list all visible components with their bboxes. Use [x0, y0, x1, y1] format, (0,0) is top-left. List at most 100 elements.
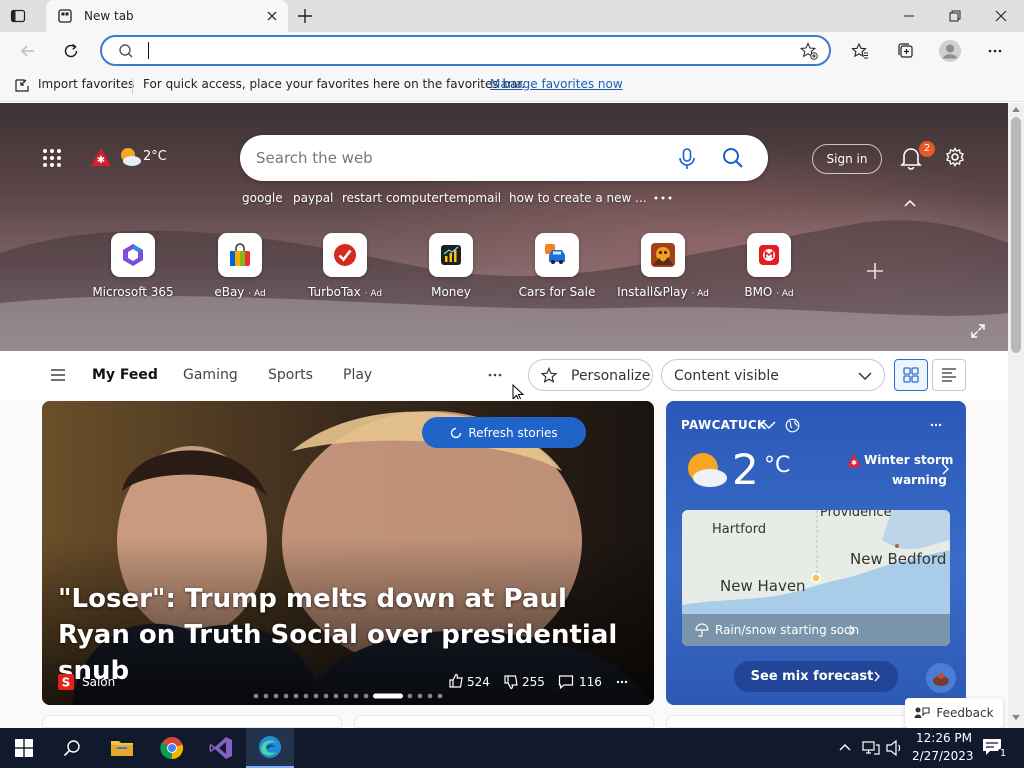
story-headline[interactable]: "Loser": Trump melts down at Paul Ryan o…	[58, 581, 638, 689]
quick-link-cars-for-sale[interactable]: Cars for Sale	[504, 233, 610, 299]
feedback-button[interactable]: Feedback	[905, 698, 1003, 728]
top-story-card[interactable]: Refresh stories "Loser": Trump melts dow…	[42, 401, 654, 705]
network-icon[interactable]	[862, 740, 880, 756]
quick-link-microsoft-365[interactable]: Microsoft 365	[80, 233, 186, 299]
chrome-icon[interactable]	[148, 728, 196, 768]
comment-icon[interactable]	[558, 674, 574, 690]
web-search-input[interactable]: Search the web	[256, 149, 373, 167]
partly-cloudy-icon	[684, 449, 728, 491]
weather-more-icon[interactable]	[930, 423, 942, 427]
see-forecast-button[interactable]: See mix forecast	[734, 661, 898, 692]
sign-in-button[interactable]: Sign in	[812, 144, 882, 174]
back-arrow-icon[interactable]	[13, 36, 43, 66]
microsoft-365-icon	[111, 233, 155, 277]
edge-taskbar-icon[interactable]	[246, 728, 294, 768]
collections-icon[interactable]	[890, 36, 920, 66]
grid-view-icon	[903, 367, 919, 383]
quick-link-turbotax[interactable]: TurboTax · Ad	[292, 233, 398, 299]
umbrella-icon	[695, 623, 709, 637]
quick-link-install-and-play[interactable]: Install&Play · Ad	[610, 233, 716, 299]
close-tab-icon[interactable]	[264, 8, 280, 24]
tab-new-tab[interactable]: New tab	[46, 0, 288, 32]
weather-avatar-icon[interactable]	[926, 663, 956, 693]
add-quick-link-plus-icon[interactable]	[865, 261, 885, 281]
chevron-right-icon[interactable]	[941, 463, 949, 475]
add-favorite-star-icon[interactable]	[800, 42, 818, 60]
search-submit-icon[interactable]	[722, 147, 744, 169]
tab-my-feed[interactable]: My Feed	[92, 367, 158, 383]
ad-label: · Ad	[248, 289, 266, 299]
grid-view-button[interactable]	[894, 359, 928, 391]
visual-studio-icon[interactable]	[197, 728, 245, 768]
clock-time[interactable]: 12:26 PM	[916, 731, 972, 745]
trending-search[interactable]: restart computer	[342, 191, 444, 205]
weather-location[interactable]: PAWCATUCK	[681, 418, 767, 432]
new-tab-plus-icon[interactable]	[296, 7, 314, 25]
list-view-button[interactable]	[932, 359, 966, 391]
weather-unit[interactable]: °C	[764, 453, 790, 478]
apps-launcher-icon[interactable]	[42, 148, 62, 168]
trending-search[interactable]: paypal	[293, 191, 333, 205]
tab-play[interactable]: Play	[343, 367, 372, 383]
trending-search[interactable]: tempmail	[444, 191, 501, 205]
refresh-icon[interactable]	[56, 36, 86, 66]
personalize-button[interactable]: Personalize	[528, 359, 653, 391]
refresh-stories-button[interactable]: Refresh stories	[422, 417, 586, 448]
favorites-icon[interactable]	[845, 36, 875, 66]
page-scrollbar[interactable]	[1008, 103, 1024, 728]
scroll-thumb[interactable]	[1011, 117, 1021, 353]
trending-search[interactable]: google	[242, 191, 283, 205]
import-favorites-icon[interactable]	[14, 77, 30, 93]
precip-banner[interactable]: Rain/snow starting soon	[682, 614, 950, 646]
import-favorites-link[interactable]: Import favorites	[38, 77, 134, 91]
restore-icon[interactable]	[932, 0, 978, 32]
collapse-chevron-up-icon[interactable]	[903, 198, 917, 208]
file-explorer-icon[interactable]	[98, 728, 146, 768]
manage-favorites-link[interactable]: Manage favorites now	[490, 77, 623, 91]
microphone-icon[interactable]	[678, 148, 696, 170]
weather-card[interactable]: PAWCATUCK 2 °C ✱ Winter storm warning Ha…	[666, 401, 966, 705]
settings-more-icon[interactable]	[980, 36, 1010, 66]
favorites-divider	[132, 78, 133, 94]
expand-fullscreen-icon[interactable]	[970, 323, 986, 339]
trending-more-icon[interactable]	[654, 196, 672, 200]
dislike-thumbs-down-icon[interactable]	[503, 674, 519, 690]
weather-map[interactable]: Hartford Providence New Bedford New Have…	[682, 510, 950, 646]
scroll-up-arrow-icon[interactable]	[1012, 106, 1020, 112]
show-hidden-icons-chevron-icon[interactable]	[838, 742, 852, 752]
volume-speaker-icon[interactable]	[886, 740, 904, 756]
tab-sports[interactable]: Sports	[268, 367, 313, 383]
tab-gaming[interactable]: Gaming	[183, 367, 238, 383]
scroll-down-arrow-icon[interactable]	[1012, 715, 1020, 721]
location-globe-icon[interactable]	[785, 418, 800, 433]
profile-avatar[interactable]	[935, 36, 965, 66]
weather-alert-title[interactable]: Winter storm	[864, 453, 953, 467]
bmo-logo-icon	[747, 233, 791, 277]
chevron-down-icon[interactable]	[762, 420, 776, 430]
quick-link-label: Microsoft 365	[92, 285, 174, 299]
content-visibility-dropdown[interactable]: Content visible	[661, 359, 885, 391]
story-source[interactable]: Salon	[82, 675, 115, 689]
web-search-box[interactable]: Search the web	[240, 135, 768, 181]
start-windows-icon[interactable]	[0, 728, 48, 768]
weather-alert-icon[interactable]: ✱	[90, 147, 112, 167]
quick-link-money[interactable]: Money	[398, 233, 504, 299]
story-more-icon[interactable]	[616, 680, 628, 684]
clock-date[interactable]: 2/27/2023	[912, 749, 974, 763]
address-bar[interactable]	[100, 35, 831, 66]
weather-alert-subtitle[interactable]: warning	[892, 473, 947, 487]
carousel-indicator[interactable]	[253, 693, 443, 699]
hero-temperature[interactable]: 2°C	[143, 149, 167, 164]
minimize-icon[interactable]	[886, 0, 932, 32]
more-tabs-icon[interactable]	[488, 373, 502, 377]
taskbar-search-icon[interactable]	[48, 728, 96, 768]
like-thumbs-up-icon[interactable]	[448, 673, 464, 689]
hamburger-menu-icon[interactable]	[50, 368, 66, 382]
quick-link-bmo[interactable]: BMO · Ad	[716, 233, 822, 299]
page-settings-gear-icon[interactable]	[945, 147, 965, 167]
close-window-icon[interactable]	[978, 0, 1024, 32]
trending-search[interactable]: how to create a new ...	[509, 191, 647, 205]
quick-link-label: TurboTax	[307, 285, 361, 299]
quick-link-ebay[interactable]: eBay · Ad	[187, 233, 293, 299]
tab-actions-icon[interactable]	[10, 8, 26, 24]
